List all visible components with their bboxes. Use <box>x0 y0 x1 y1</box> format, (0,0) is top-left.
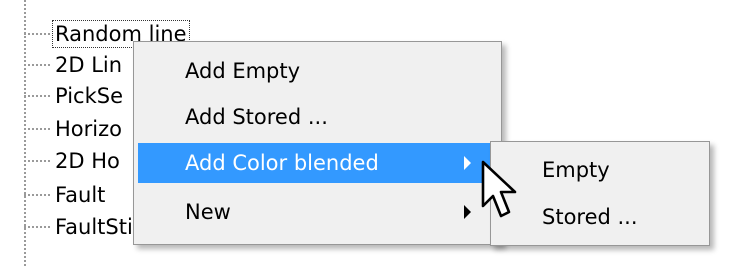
tree-item-label[interactable]: Horizo <box>52 115 125 143</box>
submenu-item-stored[interactable]: Stored ... <box>495 197 705 237</box>
tree-item-label[interactable]: 2D Lin <box>52 51 125 79</box>
menu-item-label: Add Empty <box>185 59 301 83</box>
submenu-item-label: Stored ... <box>542 205 638 229</box>
tree-connector <box>24 64 50 66</box>
tree-item-pickset[interactable]: PickSe <box>24 81 126 111</box>
submenu-item-empty[interactable]: Empty <box>495 150 705 190</box>
menu-item-new[interactable]: New <box>138 192 497 232</box>
tree-connector <box>24 160 50 162</box>
menu-item-add-empty[interactable]: Add Empty <box>138 51 497 91</box>
chevron-right-icon <box>464 156 471 170</box>
application-canvas: Random line 2D Lin PickSe Horizo 2D Ho F… <box>0 0 734 271</box>
menu-item-add-stored[interactable]: Add Stored ... <box>138 97 497 137</box>
menu-item-label: Add Stored ... <box>185 105 328 129</box>
tree-connector <box>24 128 50 130</box>
tree-item-2d-line[interactable]: 2D Lin <box>24 50 125 80</box>
tree-connector <box>24 226 50 228</box>
menu-item-label: Add Color blended <box>185 151 379 175</box>
tree-connector <box>24 95 50 97</box>
submenu: Empty Stored ... <box>490 141 710 246</box>
chevron-right-icon <box>464 205 471 219</box>
mouse-pointer-icon <box>481 160 517 218</box>
submenu-item-label: Empty <box>542 158 610 182</box>
context-menu: Add Empty Add Stored ... Add Color blend… <box>133 41 502 245</box>
menu-item-label: New <box>185 200 231 224</box>
menu-item-add-color-blended[interactable]: Add Color blended <box>138 143 497 183</box>
tree-connector <box>24 33 50 35</box>
tree-connector <box>24 194 50 196</box>
tree-item-label[interactable]: Fault <box>52 181 108 209</box>
tree-item-horizon[interactable]: Horizo <box>24 114 125 144</box>
tree-item-label[interactable]: PickSe <box>52 82 126 110</box>
tree-item-fault[interactable]: Fault <box>24 180 108 210</box>
tree-item-2d-horizon[interactable]: 2D Ho <box>24 146 123 176</box>
tree-item-label[interactable]: 2D Ho <box>52 147 123 175</box>
